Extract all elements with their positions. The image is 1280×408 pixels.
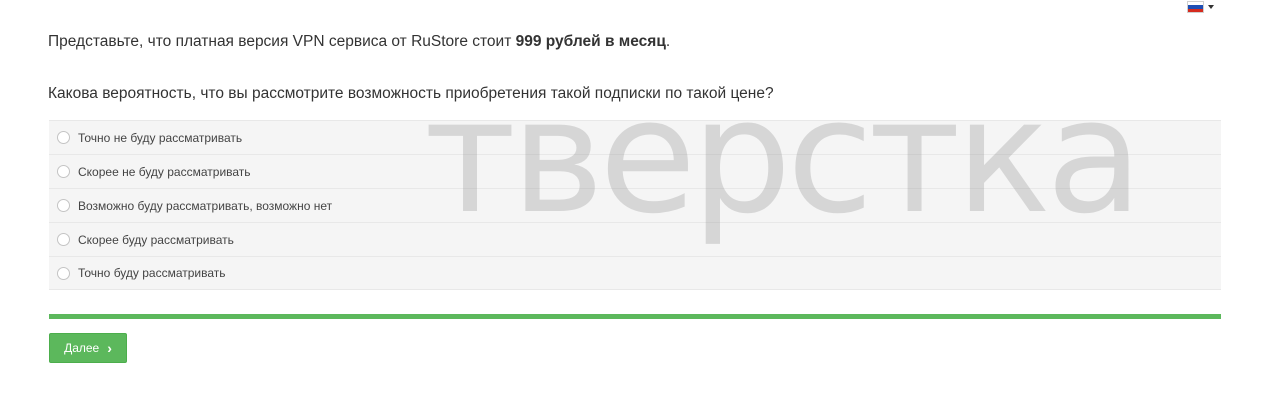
option-probably-yes[interactable]: Скорее буду рассматривать [49,222,1221,256]
next-button[interactable]: Далее › [49,333,127,363]
russian-flag-icon [1188,2,1203,12]
option-definitely-not[interactable]: Точно не буду рассматривать [49,120,1221,154]
radio-button[interactable] [57,266,70,280]
intro-text-after: . [665,33,671,50]
caret-down-icon [1208,5,1214,9]
intro-price: 999 рублей в месяц [515,33,666,50]
radio-button[interactable] [57,131,70,144]
answer-options: Точно не буду рассматривать Скорее не бу… [49,120,1221,290]
intro-text-before: Представьте, что платная версия VPN серв… [48,33,516,50]
question-text: Какова вероятность, что вы рассмотрите в… [48,85,774,102]
language-switcher[interactable] [1188,2,1214,12]
option-label: Точно буду рассматривать [78,266,226,280]
progress-bar-fill [49,314,1221,319]
chevron-right-icon: › [107,340,112,356]
option-maybe[interactable]: Возможно буду рассматривать, возможно не… [49,188,1221,222]
option-label: Точно не буду рассматривать [78,130,243,145]
radio-button[interactable] [57,199,70,212]
option-probably-not[interactable]: Скорее не буду рассматривать [49,154,1221,188]
option-label: Скорее не буду рассматривать [78,164,251,179]
option-label: Возможно буду рассматривать, возможно не… [78,198,333,213]
radio-button[interactable] [57,233,70,246]
radio-button[interactable] [57,165,70,178]
intro-text: Представьте, что платная версия VPN серв… [48,32,670,52]
next-button-label: Далее [64,341,100,355]
option-label: Скорее буду рассматривать [78,232,234,247]
progress-bar [49,314,1221,319]
option-definitely-yes[interactable]: Точно буду рассматривать [49,256,1221,290]
